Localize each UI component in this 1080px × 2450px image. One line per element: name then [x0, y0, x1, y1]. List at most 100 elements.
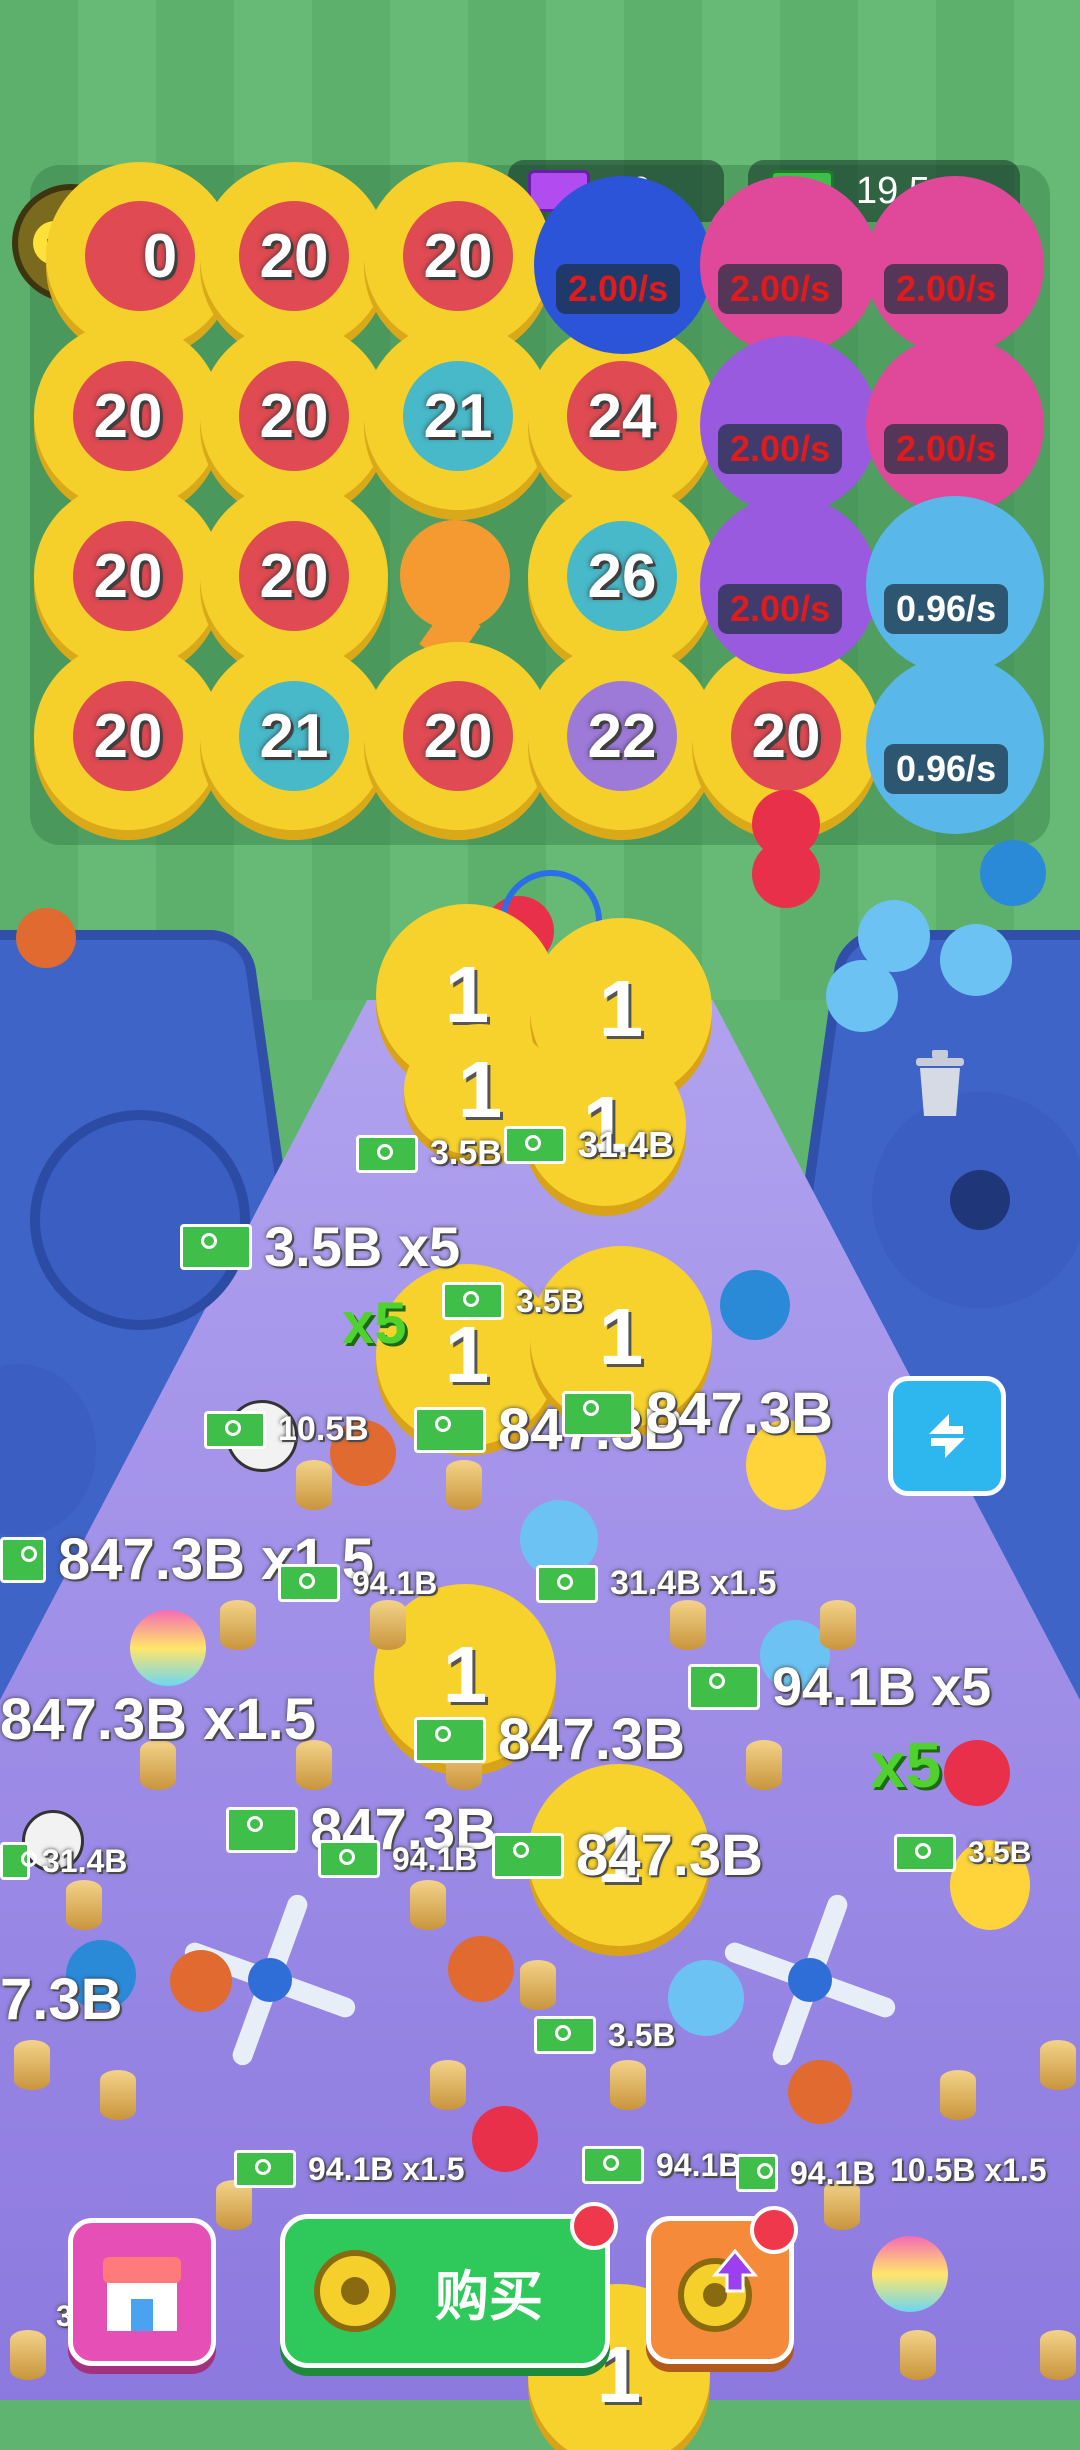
peg-coin [610, 2060, 646, 2110]
basketball [788, 2060, 852, 2124]
money-popup: 10.5B x1.5 [890, 2152, 1047, 2188]
gear-level: 20 [93, 701, 163, 771]
red-ball [944, 1740, 1010, 1806]
money-popup: 3.5B [894, 1834, 1031, 1872]
merge-gear[interactable]: 24 [542, 336, 702, 496]
gear-level: 20 [259, 381, 329, 451]
blue-ball [668, 1960, 744, 2036]
gear-level: 26 [587, 541, 657, 611]
money-popup: 94.1B x5 [688, 1656, 991, 1718]
gear-level: 20 [423, 221, 493, 291]
gear-level: 20 [259, 221, 329, 291]
money-popup: 94.1B [318, 1840, 477, 1878]
rate-label: 2.00/s [718, 424, 843, 474]
panel-gear-icon [890, 1110, 1070, 1290]
shop-button[interactable] [68, 2218, 216, 2366]
blue-ball [940, 924, 1012, 996]
merge-gear[interactable]: 0 [60, 176, 220, 336]
gear-level: 20 [93, 381, 163, 451]
rainbow-ball [130, 1610, 206, 1686]
peg-coin [14, 2040, 50, 2090]
money-popup: 847.3B x1.5 [0, 1687, 317, 1752]
money-popup: 94.1B [736, 2154, 875, 2192]
gear-icon [314, 2250, 396, 2332]
rainbow-ball [872, 2236, 948, 2312]
multiplier-badge: x5 [870, 1729, 942, 1801]
red-ball [472, 2106, 538, 2172]
swap-button[interactable] [888, 1376, 1006, 1496]
notification-dot [750, 2206, 798, 2254]
rate-label: 0.96/s [884, 584, 1009, 634]
merge-gear[interactable]: 20 [214, 496, 374, 656]
money-popup: 3.5B [534, 2016, 676, 2054]
peg-coin [430, 2060, 466, 2110]
peg-coin [220, 1600, 256, 1650]
buy-label: 购买 [435, 2266, 543, 2327]
money-popup: 94.1B [582, 2146, 741, 2184]
merge-gear[interactable]: 22 [542, 656, 702, 816]
money-popup: 847.3B [562, 1380, 833, 1447]
rate-label: 2.00/s [556, 264, 681, 314]
basketball [16, 908, 76, 968]
money-popup: 7.3B [0, 1967, 123, 2032]
merge-gear[interactable]: 20 [378, 656, 538, 816]
rate-label: 2.00/s [718, 584, 843, 634]
basketball [170, 1950, 232, 2012]
gear-level: 0 [142, 221, 178, 291]
money-popup: 94.1B [278, 1564, 437, 1602]
money-popup: 3.5B [442, 1282, 584, 1320]
blue-ball [826, 960, 898, 1032]
merge-gear[interactable]: 21 [214, 656, 374, 816]
peg-coin [820, 1600, 856, 1650]
money-popup: 31.4B [0, 1842, 127, 1880]
peg-coin [670, 1600, 706, 1650]
merge-gear[interactable]: 20 [48, 336, 208, 496]
lane-gear-level: 1 [598, 964, 644, 1053]
merge-gear[interactable]: 20 [214, 336, 374, 496]
peg-coin [370, 1600, 406, 1650]
trash-icon[interactable] [912, 1048, 968, 1118]
merge-gear[interactable]: 21 [378, 336, 538, 496]
gear-level: 20 [259, 541, 329, 611]
peg-coin [66, 1880, 102, 1930]
buy-gear-button[interactable]: 购买 [280, 2214, 610, 2368]
peg-coin [10, 2330, 46, 2380]
notification-dot [570, 2202, 618, 2250]
peg-coin [900, 2330, 936, 2380]
gear-level: 20 [751, 701, 821, 771]
peg-coin [1040, 2330, 1076, 2380]
gear-level: 20 [423, 701, 493, 771]
peg-coin [940, 2070, 976, 2120]
rate-label: 2.00/s [884, 264, 1009, 314]
peg-coin [446, 1460, 482, 1510]
shop-icon [103, 2257, 181, 2331]
peg-coin [296, 1460, 332, 1510]
merge-gear[interactable]: 26 [542, 496, 702, 656]
merge-gear[interactable]: 20 [378, 176, 538, 336]
merge-gear[interactable]: 20 [48, 496, 208, 656]
swap-arrows-icon [929, 1414, 965, 1458]
peg-coin [520, 1960, 556, 2010]
money-popup: 3.5B x5 [180, 1214, 460, 1279]
money-popup: 94.1B x1.5 [234, 2150, 465, 2188]
money-popup: 3.5B [356, 1134, 502, 1173]
peg-coin [410, 1880, 446, 1930]
lane-gear-level: 1 [598, 1292, 644, 1381]
money-popup: 847.3B [492, 1822, 763, 1889]
lane-gear-level: 1 [444, 1310, 490, 1399]
merge-gear[interactable]: 20 [214, 176, 374, 336]
lane-gear-level: 1 [457, 1045, 503, 1134]
peg-coin [746, 1740, 782, 1790]
red-ball [752, 840, 820, 908]
gear-level: 24 [587, 381, 657, 451]
earth-ball [720, 1270, 790, 1340]
rate-label: 0.96/s [884, 744, 1009, 794]
gear-level: 22 [587, 701, 657, 771]
gear-level: 20 [93, 541, 163, 611]
rate-label: 2.00/s [884, 424, 1009, 474]
earth-ball [980, 840, 1046, 906]
money-popup: 10.5B [204, 1410, 369, 1449]
merge-gear[interactable]: 20 [48, 656, 208, 816]
gear-level: 21 [259, 701, 329, 771]
money-popup: 31.4B x1.5 [536, 1564, 776, 1603]
